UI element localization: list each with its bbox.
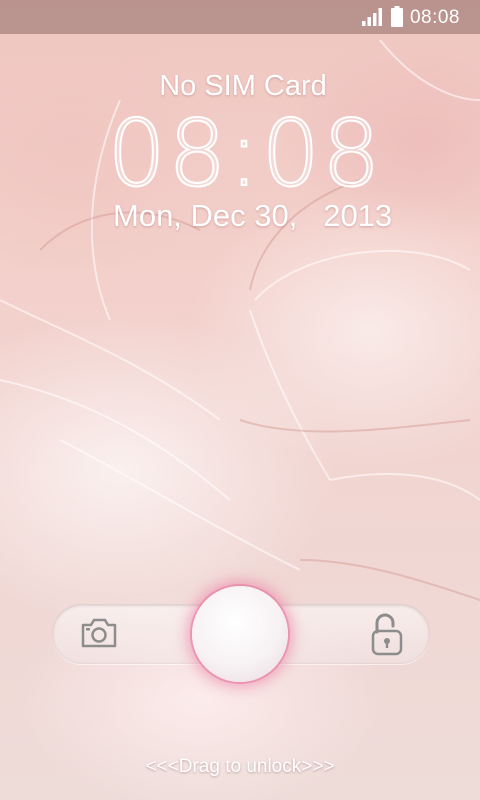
unlock-hint: <<<Drag to unlock>>>: [145, 756, 335, 777]
clock: 08:08: [106, 99, 383, 208]
status-bar: 08:08: [0, 0, 480, 34]
date-label: Mon, Dec 30, 2013: [113, 198, 393, 233]
battery-icon: [391, 6, 403, 27]
signal-icon: [362, 8, 382, 26]
camera-icon[interactable]: [80, 617, 118, 649]
unlock-slider-knob[interactable]: [192, 586, 288, 682]
status-time: 08:08: [409, 7, 460, 28]
unlock-icon[interactable]: [371, 612, 403, 656]
carrier-label: No SIM Card: [159, 70, 327, 102]
lock-screen: 08:08 No SIM Card 08:08 Mon, Dec 30, 201…: [0, 0, 480, 800]
